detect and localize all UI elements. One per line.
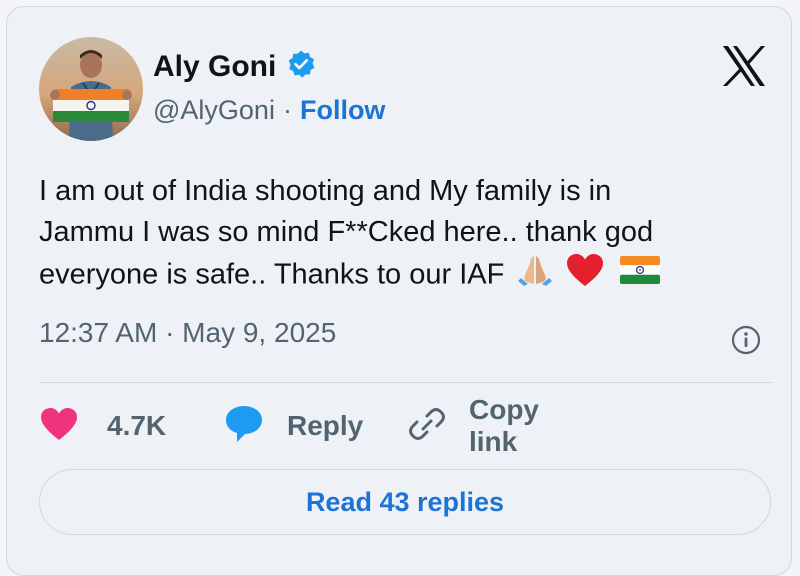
- folded-hands-icon: [518, 254, 553, 298]
- avatar[interactable]: [39, 37, 143, 141]
- india-flag-icon: [619, 255, 661, 297]
- tweet-text-line: Jammu I was so mind F**Cked here.. thank…: [39, 216, 654, 248]
- copy-link-label: Copy link: [469, 394, 539, 457]
- divider: [39, 382, 773, 383]
- follow-button[interactable]: Follow: [300, 95, 385, 126]
- author-name[interactable]: Aly Goni: [153, 50, 276, 84]
- author-handle[interactable]: @AlyGoni: [153, 95, 275, 126]
- like-count: 4.7K: [107, 410, 167, 441]
- handle-row: @AlyGoni · Follow: [153, 95, 385, 126]
- copy-link-button[interactable]: Copy link: [405, 394, 539, 457]
- separator-dot: ·: [282, 95, 292, 125]
- heart-icon: [39, 406, 79, 447]
- like-button[interactable]: 4.7K: [39, 401, 166, 451]
- timestamp[interactable]: 12:37 AM · May 9, 2025: [39, 317, 336, 349]
- x-logo-icon[interactable]: [721, 45, 767, 87]
- tweet-card: Aly Goni @AlyGoni · Follow I am out of I…: [6, 6, 792, 576]
- reply-label: Reply: [287, 410, 364, 441]
- link-icon: [405, 402, 449, 451]
- red-heart-icon: [566, 253, 604, 299]
- reply-button[interactable]: Reply: [223, 401, 363, 451]
- verified-badge-icon: [286, 49, 316, 84]
- info-icon[interactable]: [731, 325, 761, 355]
- tweet-text-line: everyone is safe.. Thanks to our IAF: [39, 253, 759, 299]
- author-name-row[interactable]: Aly Goni: [153, 49, 316, 84]
- read-replies-button[interactable]: Read 43 replies: [39, 469, 771, 535]
- read-replies-label: Read 43 replies: [305, 486, 505, 517]
- tweet-text-line-content: everyone is safe.. Thanks to our IAF: [39, 258, 505, 291]
- tweet-text: I am out of India shooting and My family…: [39, 171, 759, 299]
- reply-bubble-icon: [223, 403, 265, 450]
- tweet-text-line: I am out of India shooting and My family…: [39, 175, 612, 207]
